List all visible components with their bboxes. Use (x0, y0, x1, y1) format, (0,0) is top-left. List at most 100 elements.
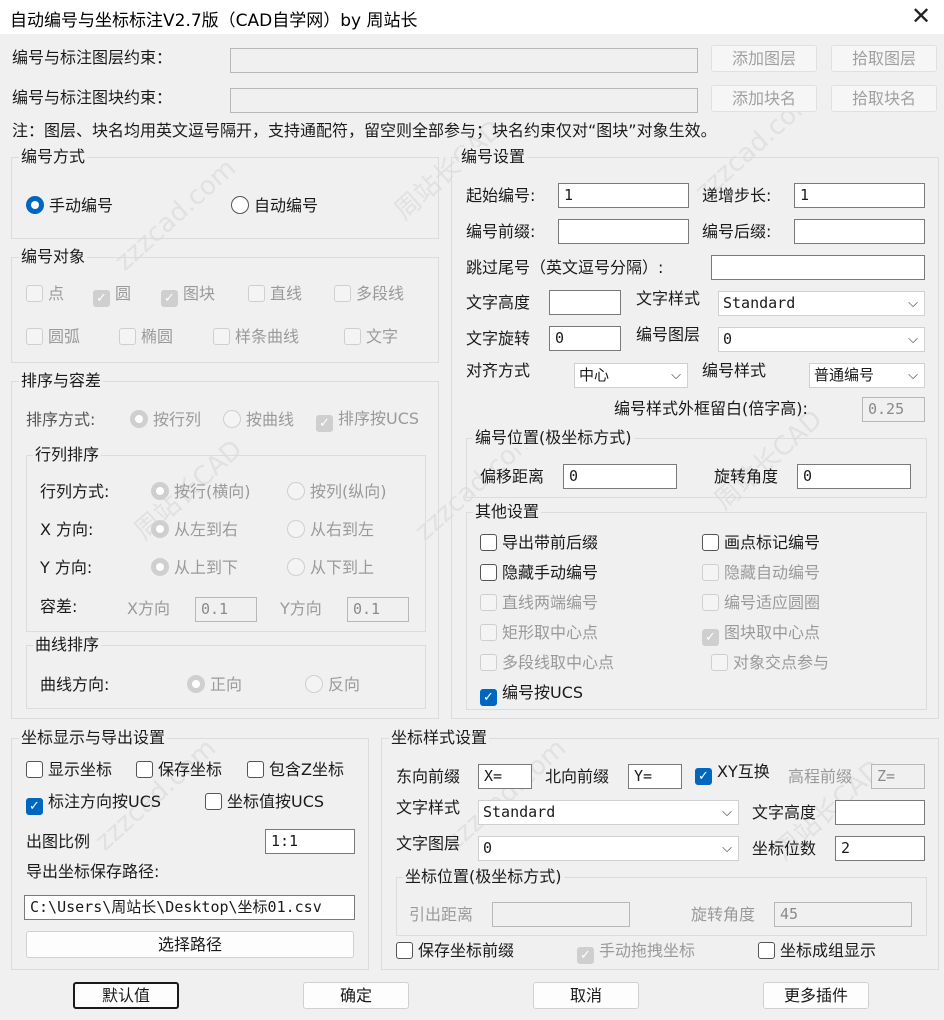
object-spline-checkbox[interactable]: 样条曲线 (213, 326, 299, 348)
manual-drag-checkbox[interactable]: ✓ 手动拖拽坐标 (577, 940, 695, 964)
value-ucs-checkbox[interactable]: 坐标值按UCS (205, 791, 324, 813)
tolerance-x-input[interactable]: 0.1 (195, 597, 257, 622)
prefix-input[interactable] (558, 219, 689, 244)
radio-icon (187, 675, 205, 693)
ok-button[interactable]: 确定 (303, 982, 409, 1009)
polyline-center-checkbox[interactable]: 多段线取中心点 (480, 652, 614, 674)
skip-suffix-input[interactable] (711, 255, 925, 280)
checkbox-icon (334, 285, 351, 302)
include-z-checkbox[interactable]: 包含Z坐标 (247, 759, 344, 781)
add-block-button[interactable]: 添加块名 (711, 85, 817, 112)
sort-by-rowcol-radio[interactable]: 按行列 (130, 409, 201, 431)
by-col-radio[interactable]: 按列(纵向) (287, 481, 387, 503)
text-rotation-input[interactable]: 0 (549, 326, 621, 351)
lead-distance-input[interactable] (492, 902, 630, 927)
rect-center-checkbox[interactable]: 矩形取中心点 (480, 622, 598, 644)
pick-block-button[interactable]: 拾取块名 (831, 85, 937, 112)
y-direction-label: Y 方向: (40, 558, 93, 577)
hide-auto-checkbox[interactable]: 隐藏自动编号 (702, 562, 820, 584)
object-line-checkbox[interactable]: 直线 (248, 283, 302, 305)
checkbox-icon (711, 654, 728, 671)
suffix-input[interactable] (794, 219, 925, 244)
show-coord-checkbox[interactable]: 显示坐标 (26, 759, 112, 781)
number-layer-label: 编号图层 (636, 325, 701, 344)
sort-ucs-checkbox[interactable]: ✓ 排序按UCS (316, 408, 419, 432)
checkbox-icon (702, 594, 719, 611)
curve-reverse-radio[interactable]: 反向 (305, 674, 360, 696)
text-rotation-label: 文字旋转 (466, 329, 531, 348)
hide-manual-checkbox[interactable]: 隐藏手动编号 (480, 562, 598, 584)
cancel-button[interactable]: 取消 (533, 982, 639, 1009)
start-number-input[interactable]: 1 (558, 183, 689, 208)
object-text-checkbox[interactable]: 文字 (344, 326, 398, 348)
save-coord-prefix-checkbox[interactable]: 保存坐标前缀 (396, 940, 514, 962)
block-constraint-input[interactable] (230, 88, 698, 113)
plot-scale-input[interactable]: 1:1 (265, 829, 355, 854)
default-button[interactable]: 默认值 (73, 982, 179, 1009)
object-point-checkbox[interactable]: 点 (26, 283, 64, 305)
add-layer-button[interactable]: 添加图层 (711, 45, 817, 72)
north-prefix-input[interactable]: Y= (628, 764, 682, 789)
fit-circle-checkbox[interactable]: 编号适应圆圈 (702, 592, 820, 614)
group-display-checkbox[interactable]: 坐标成组显示 (758, 940, 876, 962)
coord-text-height-input[interactable] (835, 800, 925, 825)
align-select[interactable]: 中心 ⌵ (574, 363, 688, 388)
start-number-label: 起始编号: (466, 186, 536, 205)
tolerance-y-input[interactable]: 0.1 (347, 597, 409, 622)
tolerance-label: 容差: (40, 597, 78, 616)
manual-numbering-radio[interactable]: 手动编号 (26, 195, 113, 217)
text-height-input[interactable] (549, 290, 621, 315)
coord-text-style-select[interactable]: Standard ⌵ (478, 800, 739, 825)
x-right-to-left-radio[interactable]: 从右到左 (287, 519, 374, 541)
frame-margin-input[interactable]: 0.25 (862, 397, 925, 422)
auto-numbering-radio[interactable]: 自动编号 (231, 195, 318, 217)
rotate-angle-input[interactable]: 0 (797, 464, 911, 489)
checkbox-icon (480, 564, 497, 581)
checkmark-icon: ✓ (161, 290, 178, 307)
y-top-to-bottom-radio[interactable]: 从上到下 (151, 557, 238, 579)
curve-forward-radio[interactable]: 正向 (187, 674, 242, 696)
save-coord-checkbox[interactable]: 保存坐标 (136, 759, 222, 781)
suffix-label: 编号后缀: (702, 222, 772, 241)
x-left-to-right-radio[interactable]: 从左到右 (151, 519, 238, 541)
export-with-affix-checkbox[interactable]: 导出带前后缀 (480, 532, 598, 554)
object-ellipse-checkbox[interactable]: 椭圆 (119, 326, 173, 348)
number-ucs-checkbox[interactable]: ✓ 编号按UCS (480, 682, 583, 706)
xy-swap-checkbox[interactable]: ✓ XY互换 (695, 761, 770, 785)
close-icon[interactable]: ✕ (898, 0, 944, 34)
coord-rotation-input[interactable]: 45 (774, 902, 912, 927)
radio-icon (287, 558, 305, 576)
object-arc-checkbox[interactable]: 圆弧 (26, 326, 80, 348)
elevation-prefix-input[interactable]: Z= (871, 764, 925, 789)
object-block-checkbox[interactable]: ✓ 图块 (161, 283, 215, 307)
offset-input[interactable]: 0 (563, 464, 677, 489)
more-plugins-button[interactable]: 更多插件 (763, 982, 869, 1009)
number-style-select[interactable]: 普通编号 ⌵ (809, 363, 925, 388)
choose-path-button[interactable]: 选择路径 (26, 931, 354, 958)
block-center-checkbox[interactable]: ✓ 图块取中心点 (702, 622, 820, 646)
align-label: 对齐方式 (466, 361, 531, 380)
coord-layer-select[interactable]: 0 ⌵ (478, 836, 739, 861)
object-circle-checkbox[interactable]: ✓ 圆 (93, 283, 131, 307)
layer-constraint-input[interactable] (230, 48, 698, 73)
sort-by-curve-radio[interactable]: 按曲线 (223, 409, 294, 431)
export-path-input[interactable]: C:\Users\周站长\Desktop\坐标01.csv (24, 895, 355, 920)
coord-digits-input[interactable]: 2 (835, 836, 925, 861)
coord-digits-label: 坐标位数 (752, 839, 817, 858)
checkmark-icon: ✓ (480, 689, 497, 706)
east-prefix-input[interactable]: X= (478, 764, 532, 789)
sort-mode-label: 排序方式: (26, 410, 96, 429)
pick-layer-button[interactable]: 拾取图层 (831, 45, 937, 72)
east-prefix-label: 东向前缀 (396, 767, 461, 786)
number-layer-select[interactable]: 0 ⌵ (718, 327, 925, 352)
label-ucs-checkbox[interactable]: ✓ 标注方向按UCS (26, 791, 161, 815)
object-intersection-checkbox[interactable]: 对象交点参与 (711, 652, 829, 674)
y-bottom-to-top-radio[interactable]: 从下到上 (287, 557, 374, 579)
number-position-title: 编号位置(极坐标方式) (473, 428, 634, 448)
by-row-radio[interactable]: 按行(横向) (151, 481, 251, 503)
object-polyline-checkbox[interactable]: 多段线 (334, 283, 404, 305)
text-style-select[interactable]: Standard ⌵ (718, 291, 925, 316)
line-both-ends-checkbox[interactable]: 直线两端编号 (480, 592, 598, 614)
point-marker-checkbox[interactable]: 画点标记编号 (702, 532, 820, 554)
step-input[interactable]: 1 (794, 183, 925, 208)
